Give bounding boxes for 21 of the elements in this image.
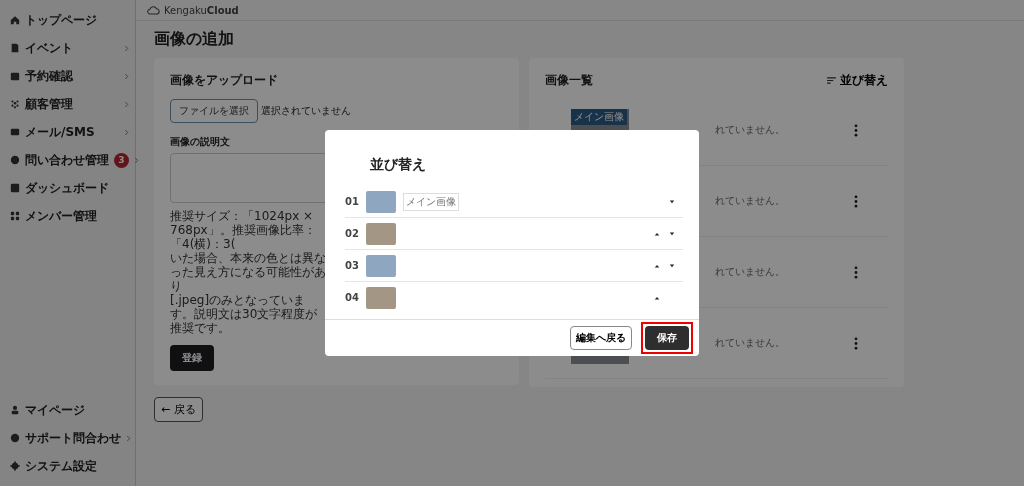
logo-text: KengakuCloud	[164, 4, 239, 16]
page-title: 画像の追加	[154, 29, 235, 50]
count-badge: 3	[114, 152, 129, 168]
order-number: 02	[345, 228, 359, 239]
main-image-badge: メイン画像	[403, 192, 459, 211]
description-status: れていません。	[715, 194, 786, 208]
order-number: 04	[345, 292, 359, 303]
order-number: 01	[345, 196, 359, 207]
description-status: れていません。	[715, 265, 786, 279]
hint-text: [.jpeg]のみとなっています。説明文は30文字程度が推奨です。	[170, 293, 319, 335]
section-title: 画像をアップロード	[170, 72, 279, 89]
section-title: 画像一覧	[545, 72, 593, 89]
hint-text: いた場合、本来の色とは異なった見え方になる可能性があり	[170, 251, 327, 293]
description-status: れていません。	[715, 336, 786, 350]
hint-text: 推奨サイズ：「1024px × 768px」。推奨画像比率：「4(横)：3(	[170, 209, 317, 251]
order-number: 03	[345, 260, 359, 271]
field-label: 画像の説明文	[170, 135, 231, 149]
description-status: れていません。	[715, 123, 786, 137]
file-status: 選択されていません	[261, 104, 351, 118]
dialog-title: 並び替え	[370, 156, 427, 174]
main-image-badge: メイン画像	[571, 109, 627, 125]
